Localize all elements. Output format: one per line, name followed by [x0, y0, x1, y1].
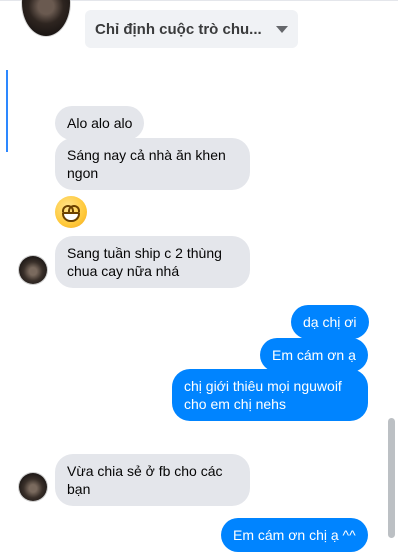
outgoing-message: Em cám ơn ạ	[260, 338, 368, 372]
outgoing-message: Em cám ơn chị ạ ^^	[221, 518, 368, 552]
chevron-down-icon	[276, 25, 288, 33]
selection-indicator	[6, 70, 8, 152]
incoming-message: Sang tuần ship c 2 thùng chua cay nữa nh…	[55, 236, 250, 288]
incoming-message: Vừa chia sẻ ở fb cho các bạn	[55, 454, 250, 506]
conversation-selector[interactable]: Chỉ định cuộc trò chu...	[85, 10, 298, 48]
conversation-selector-label: Chỉ định cuộc trò chu...	[95, 20, 262, 38]
incoming-message: Alo alo alo	[55, 106, 145, 140]
outgoing-message: chị giới thiêu mọi nguwoif cho em chị ne…	[172, 369, 368, 421]
sender-avatar[interactable]	[19, 256, 47, 284]
grinning-face-icon	[55, 196, 87, 228]
outgoing-message: dạ chị ơi	[291, 305, 369, 339]
scrollbar-thumb[interactable]	[388, 418, 395, 538]
sender-avatar[interactable]	[19, 473, 47, 501]
contact-avatar[interactable]	[22, 0, 70, 36]
incoming-message: Sáng nay cả nhà ăn khen ngon	[55, 138, 250, 190]
